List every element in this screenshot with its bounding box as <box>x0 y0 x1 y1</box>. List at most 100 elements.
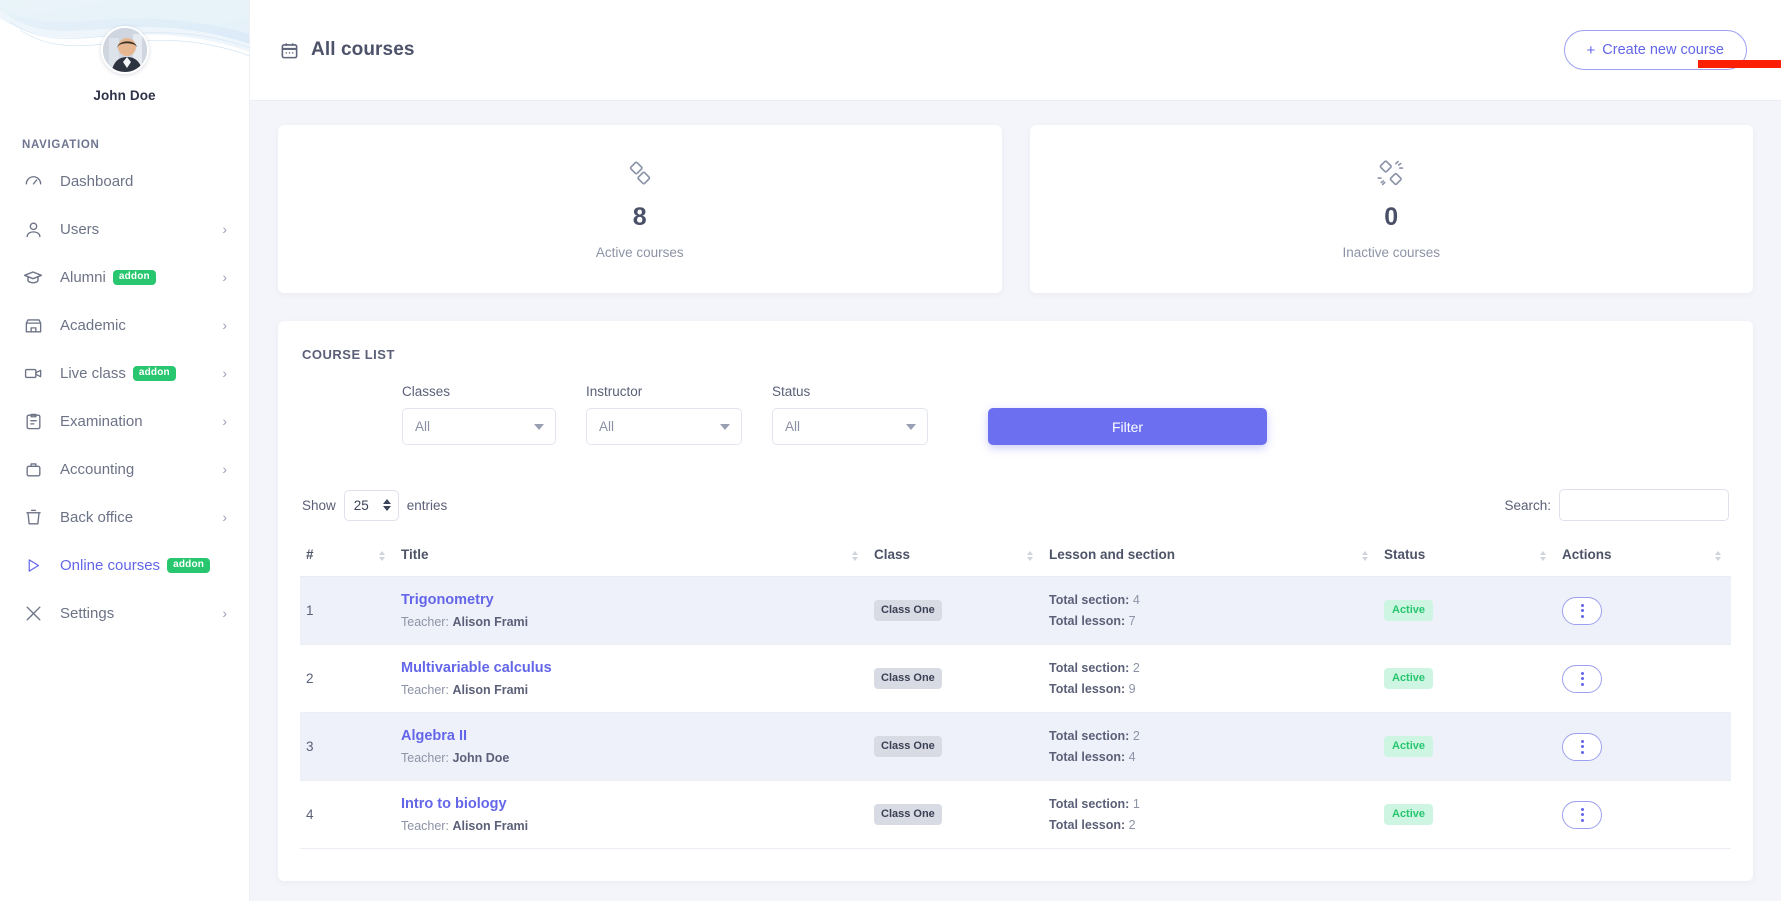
course-title-link[interactable]: Trigonometry <box>401 592 862 608</box>
row-lesson-cell: Total section: 2 Total lesson: 9 <box>1043 645 1378 713</box>
sidebar-item-label: Live class <box>60 365 126 382</box>
sidebar-item-users[interactable]: Users › <box>10 205 239 253</box>
sidebar: John Doe NAVIGATION Dashboard Users › <box>0 0 250 901</box>
row-actions-button[interactable] <box>1562 733 1602 761</box>
sidebar-item-dashboard[interactable]: Dashboard <box>10 157 239 205</box>
sidebar-item-examination[interactable]: Examination › <box>10 397 239 445</box>
sidebar-item-academic[interactable]: Academic › <box>10 301 239 349</box>
row-title-cell: Algebra II Teacher: John Doe <box>395 713 868 781</box>
table-row[interactable]: 1 Trigonometry Teacher: Alison Frami Cla… <box>300 577 1731 645</box>
entries-per-page-value: 25 <box>354 498 369 513</box>
filter-classes: Classes All <box>402 384 556 445</box>
row-actions-button[interactable] <box>1562 665 1602 693</box>
row-status-cell: Active <box>1378 577 1556 645</box>
stepper-arrows-icon <box>383 499 391 511</box>
teacher-prefix: Teacher: <box>401 819 449 833</box>
class-chip: Class One <box>874 736 942 756</box>
column-header-title[interactable]: Title <box>395 535 868 577</box>
status-select[interactable]: All <box>772 408 928 445</box>
sidebar-item-settings[interactable]: Settings › <box>10 589 239 637</box>
kebab-menu-icon <box>1581 808 1584 822</box>
chevron-down-icon <box>534 424 544 430</box>
instructor-select[interactable]: All <box>586 408 742 445</box>
status-badge: Active <box>1384 736 1433 756</box>
chevron-down-icon <box>906 424 916 430</box>
row-status-cell: Active <box>1378 781 1556 849</box>
total-section-value: 2 <box>1133 729 1140 743</box>
course-title-link[interactable]: Multivariable calculus <box>401 660 862 676</box>
column-header-class[interactable]: Class <box>868 535 1043 577</box>
row-actions-button[interactable] <box>1562 801 1602 829</box>
sidebar-item-alumni[interactable]: Alumni addon › <box>10 253 239 301</box>
class-chip: Class One <box>874 600 942 620</box>
show-prefix-label: Show <box>302 498 336 513</box>
search-area: Search: <box>1504 489 1729 521</box>
sidebar-profile[interactable]: John Doe <box>0 0 249 103</box>
table-row[interactable]: 2 Multivariable calculus Teacher: Alison… <box>300 645 1731 713</box>
column-header-actions[interactable]: Actions <box>1556 535 1731 577</box>
total-lesson-line: Total lesson: 4 <box>1049 750 1372 764</box>
trash-icon <box>22 506 44 528</box>
column-header-status[interactable]: Status <box>1378 535 1556 577</box>
course-title-link[interactable]: Algebra II <box>401 728 862 744</box>
total-lesson-value: 2 <box>1129 818 1136 832</box>
entries-per-page-select[interactable]: 25 <box>344 490 399 521</box>
table-row[interactable]: 4 Intro to biology Teacher: Alison Frami… <box>300 781 1731 849</box>
user-avatar-photo <box>103 28 149 74</box>
stat-value: 0 <box>1384 205 1398 230</box>
filter-button[interactable]: Filter <box>988 408 1267 445</box>
column-header-index[interactable]: # <box>300 535 395 577</box>
chevron-right-icon: › <box>222 462 227 476</box>
row-actions-cell <box>1556 781 1731 849</box>
create-new-course-button[interactable]: + Create new course <box>1564 30 1747 70</box>
column-label: Status <box>1384 547 1425 562</box>
total-lesson-prefix: Total lesson: <box>1049 682 1125 696</box>
column-label: Class <box>874 547 910 562</box>
diamonds-link-icon <box>625 158 655 193</box>
stat-card-active-courses: 8 Active courses <box>278 125 1002 293</box>
total-lesson-value: 9 <box>1129 682 1136 696</box>
sidebar-item-label: Alumni <box>60 269 106 286</box>
topbar: All courses + Create new course <box>250 0 1781 101</box>
sidebar-item-live-class[interactable]: Live class addon › <box>10 349 239 397</box>
total-section-prefix: Total section: <box>1049 593 1129 607</box>
total-lesson-value: 4 <box>1129 750 1136 764</box>
sidebar-item-online-courses[interactable]: Online courses addon <box>10 541 239 589</box>
sidebar-item-accounting[interactable]: Accounting › <box>10 445 239 493</box>
stat-label: Active courses <box>596 245 684 260</box>
sidebar-item-label: Users <box>60 221 99 238</box>
row-class-cell: Class One <box>868 645 1043 713</box>
sidebar-item-label: Examination <box>60 413 143 430</box>
search-input[interactable] <box>1559 489 1729 521</box>
sort-arrows-icon <box>852 551 858 561</box>
profile-name: John Doe <box>93 88 155 103</box>
course-title-link[interactable]: Intro to biology <box>401 796 862 812</box>
gauge-icon <box>22 170 44 192</box>
total-lesson-line: Total lesson: 2 <box>1049 818 1372 832</box>
chevron-right-icon: › <box>222 510 227 524</box>
column-header-lesson-and-section[interactable]: Lesson and section <box>1043 535 1378 577</box>
class-chip: Class One <box>874 804 942 824</box>
total-section-value: 2 <box>1133 661 1140 675</box>
school-icon <box>22 314 44 336</box>
teacher-prefix: Teacher: <box>401 683 449 697</box>
table-row[interactable]: 3 Algebra II Teacher: John Doe Class One <box>300 713 1731 781</box>
row-teacher: Teacher: John Doe <box>401 751 862 765</box>
row-index: 2 <box>300 645 395 713</box>
instructor-select-value: All <box>599 419 614 434</box>
row-actions-button[interactable] <box>1562 597 1602 625</box>
total-section-prefix: Total section: <box>1049 729 1129 743</box>
avatar[interactable] <box>101 26 149 74</box>
nav-heading: NAVIGATION <box>22 139 249 151</box>
teacher-prefix: Teacher: <box>401 615 449 629</box>
classes-select[interactable]: All <box>402 408 556 445</box>
sidebar-item-label: Accounting <box>60 461 134 478</box>
row-actions-cell <box>1556 645 1731 713</box>
sort-arrows-icon <box>1362 551 1368 561</box>
total-lesson-prefix: Total lesson: <box>1049 750 1125 764</box>
filter-status: Status All <box>772 384 928 445</box>
row-status-cell: Active <box>1378 645 1556 713</box>
sidebar-item-back-office[interactable]: Back office › <box>10 493 239 541</box>
total-section-prefix: Total section: <box>1049 797 1129 811</box>
app-root: John Doe NAVIGATION Dashboard Users › <box>0 0 1781 901</box>
